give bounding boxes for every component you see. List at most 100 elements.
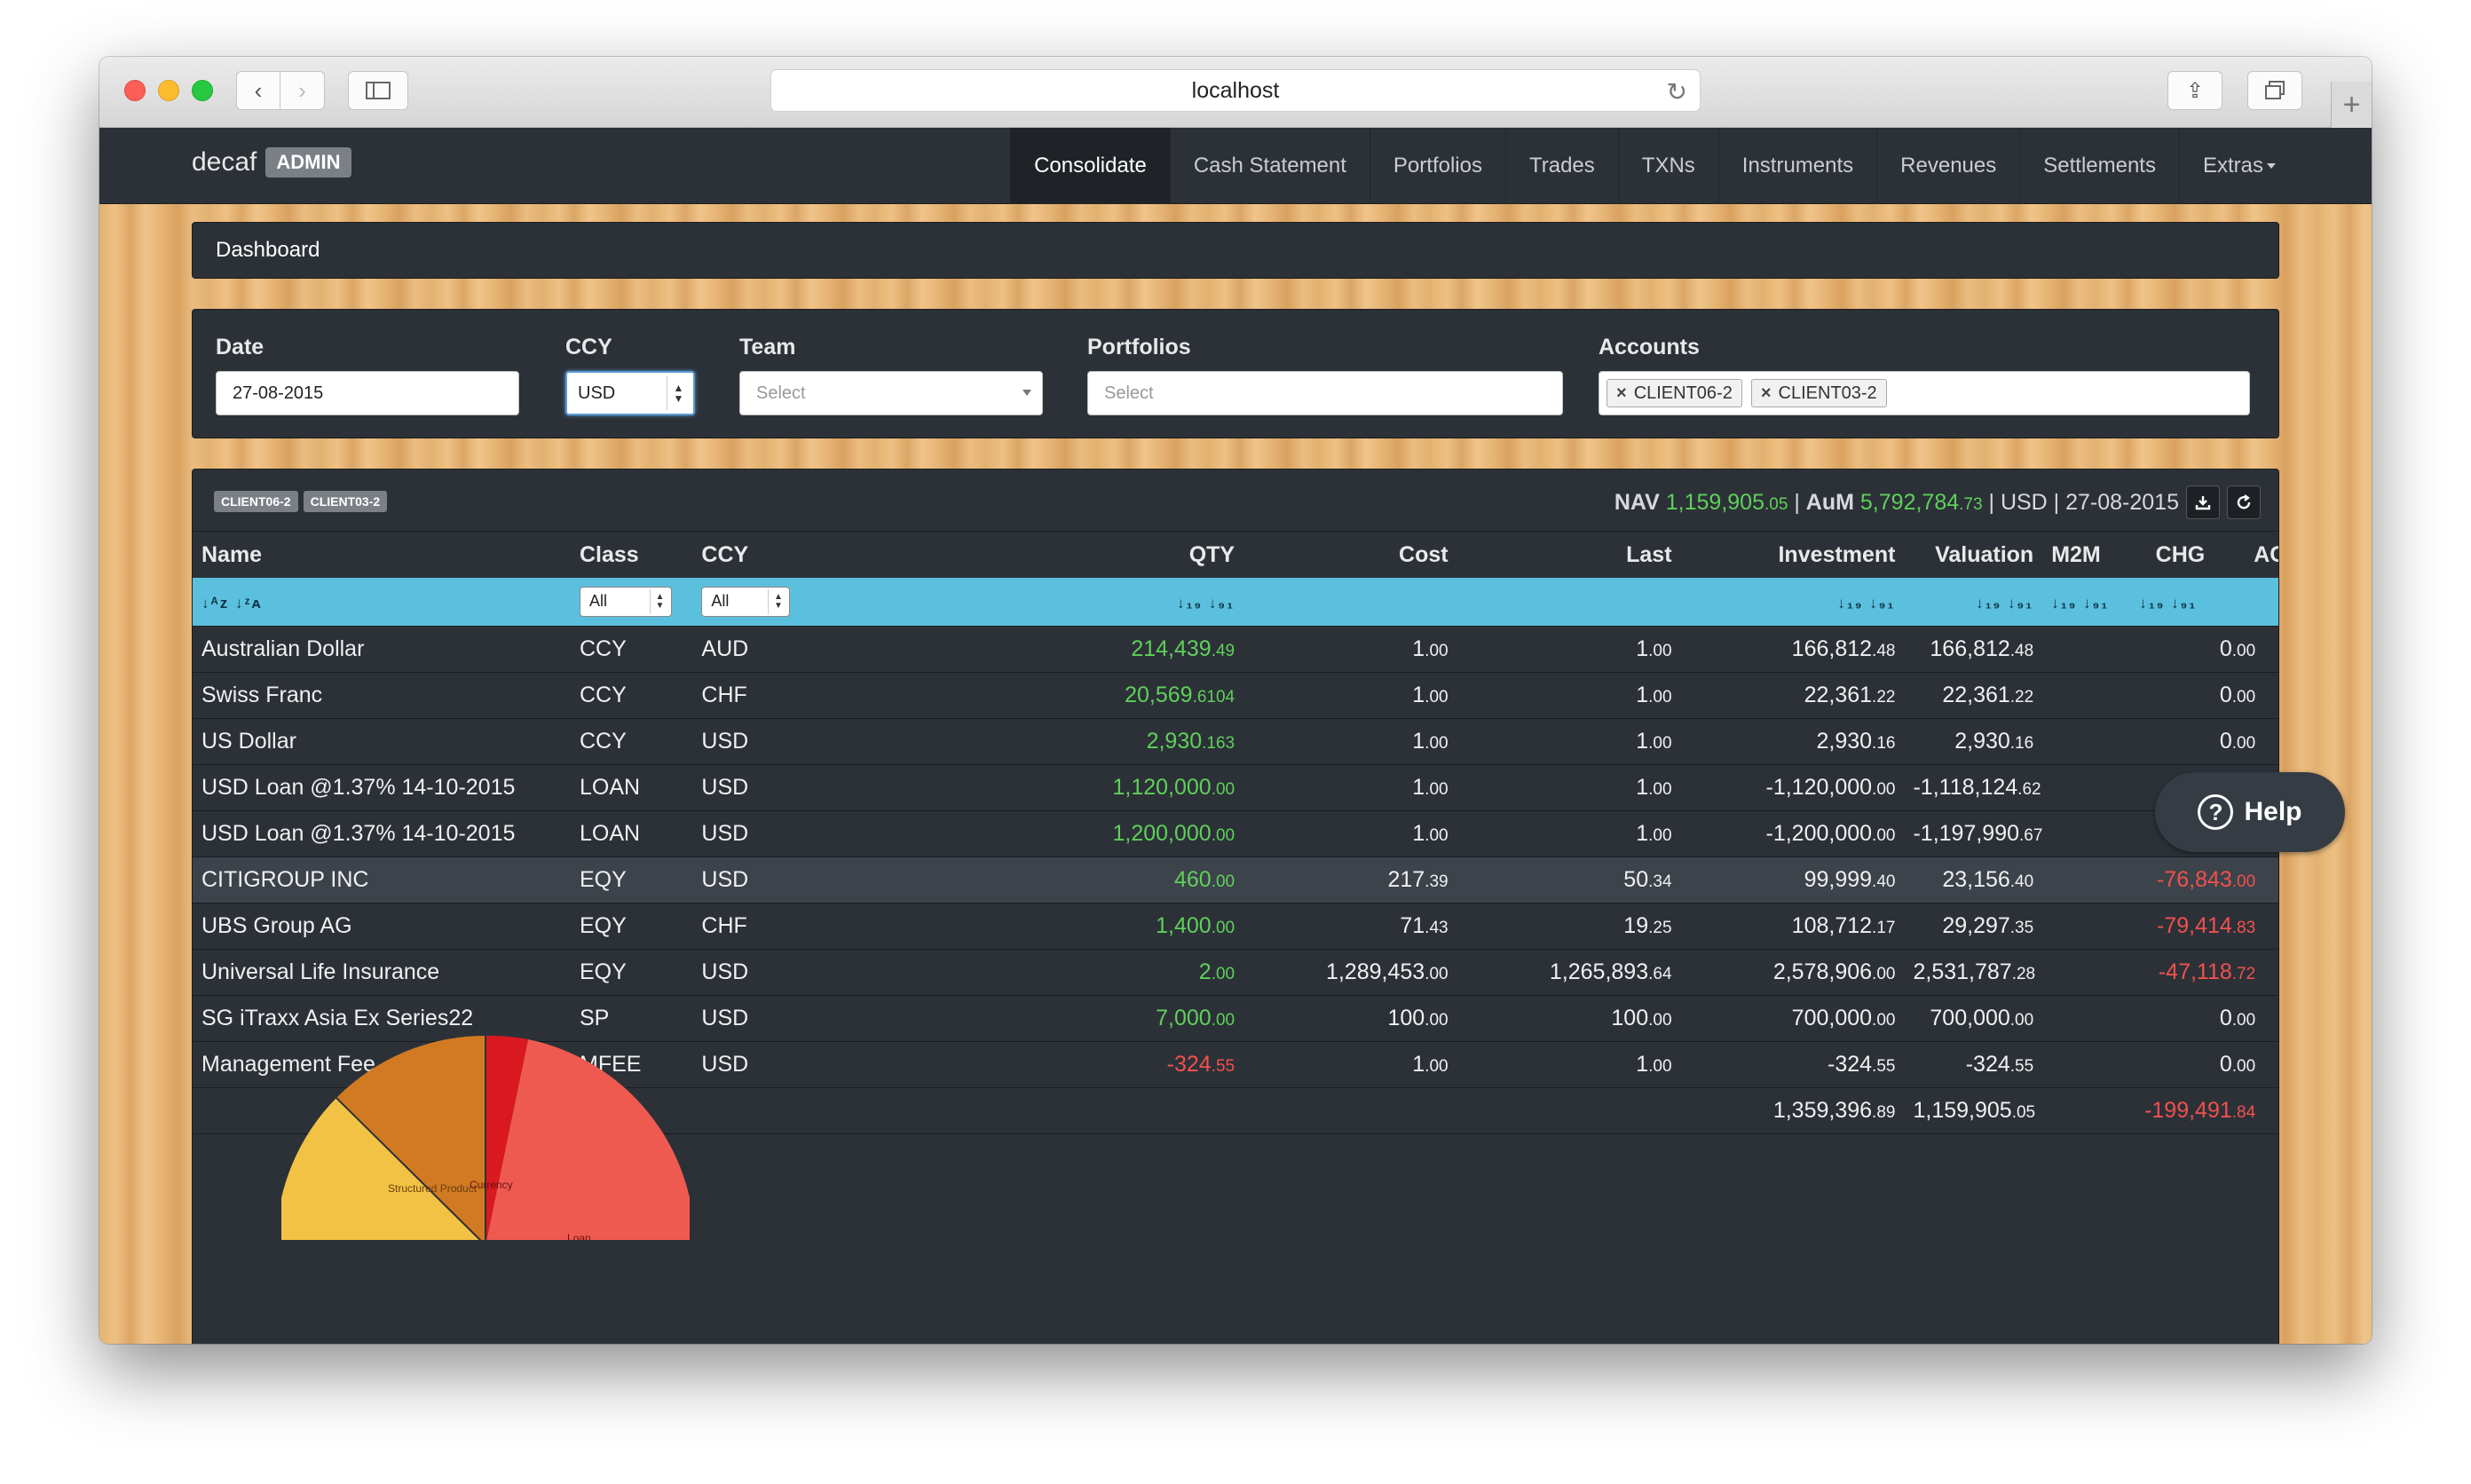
cell-investment: -1,120,000.00	[1680, 763, 1905, 810]
ccy-select[interactable]: USD ▲ ▼	[565, 371, 695, 415]
table-row[interactable]: CITIGROUP INC EQY USD 460.00 217.39 50.34 99,9…	[193, 856, 2278, 903]
sort-numeric-icon[interactable]: ↓₁₉ ↓₉₁	[1177, 595, 1235, 612]
cell-m2m-chg-accr: -47,118.72-1.830.00	[2042, 948, 2278, 995]
ccy-value: USD	[578, 383, 616, 403]
browser-window: ‹ › localhost ↻ ⇪ + decaf ADMIN Consolid…	[99, 57, 2372, 1344]
team-label: Team	[739, 335, 796, 359]
menu-trades[interactable]: Trades	[1504, 128, 1618, 204]
menu-instruments[interactable]: Instruments	[1717, 128, 1876, 204]
tabs-overview-button[interactable]	[2247, 71, 2302, 110]
pie-label-structured: Structured Product	[388, 1182, 478, 1195]
col-chg[interactable]: CHG	[2156, 542, 2206, 567]
sort-numeric-icon[interactable]: ↓₁₉ ↓₉₁	[2139, 595, 2197, 612]
total-m2m-chg-accr: -199,491.84-14.683,884.71	[2042, 1086, 2278, 1134]
refresh-button[interactable]	[2227, 485, 2261, 519]
menu-consolidate[interactable]: Consolidate	[1010, 128, 1170, 204]
cell-investment: -324.55	[1680, 1040, 1905, 1087]
valuation-sort-cell: ↓₁₉ ↓₉₁	[1904, 578, 2043, 626]
col-last[interactable]: Last	[1457, 532, 1681, 578]
help-label: Help	[2244, 797, 2302, 826]
portfolios-filter: Portfolios Select	[1087, 335, 1563, 415]
cell-name: Swiss Franc	[193, 671, 571, 718]
table-row[interactable]: Universal Life Insurance EQY USD 2.00 1,289,…	[193, 948, 2278, 995]
col-m2m[interactable]: M2M	[2051, 542, 2101, 567]
close-window-button[interactable]	[124, 80, 146, 101]
cell-cost: 100.00	[1243, 994, 1457, 1041]
forward-button[interactable]: ›	[280, 71, 325, 110]
menu-txns[interactable]: TXNs	[1617, 128, 1718, 204]
date-input[interactable]: 27-08-2015	[216, 371, 519, 415]
cell-m2m: -47,118.72	[2158, 959, 2256, 984]
cell-ccy: USD	[692, 763, 791, 810]
portfolios-placeholder: Select	[1104, 383, 1154, 403]
menu-revenues[interactable]: Revenues	[1876, 128, 2019, 204]
col-ccy[interactable]: CCY	[692, 532, 790, 578]
col-name[interactable]: Name	[193, 532, 571, 578]
aum-int: 5,792,784	[1859, 489, 1960, 515]
class-filter-cell: All ▲ ▼	[571, 578, 693, 626]
col-valuation[interactable]: Valuation	[1904, 532, 2042, 578]
address-bar[interactable]: localhost ↻	[770, 69, 1701, 112]
page-viewport: decaf ADMIN Consolidate Cash Statement P…	[99, 128, 2372, 1344]
table-row[interactable]: UBS Group AG EQY CHF 1,400.00 71.43 19.25 108,…	[193, 902, 2278, 949]
reload-icon[interactable]: ↻	[1667, 77, 1687, 107]
team-select[interactable]: Select	[739, 371, 1043, 415]
ccy-filter-select[interactable]: All ▲ ▼	[701, 586, 791, 617]
cell-ccy: USD	[692, 948, 791, 995]
cell-last: 100.00	[1457, 994, 1681, 1041]
help-button[interactable]: ? Help	[2155, 772, 2345, 852]
table-row[interactable]: USD Loan @1.37% 14-10-2015 LOAN USD 1,120,0…	[193, 763, 2278, 810]
back-button[interactable]: ‹	[236, 71, 280, 110]
cell-investment: 99,999.40	[1680, 856, 1905, 903]
total-investment: 1,359,396.89	[1680, 1086, 1905, 1134]
col-class[interactable]: Class	[571, 532, 692, 578]
accounts-input[interactable]: × CLIENT06-2 × CLIENT03-2	[1599, 371, 2250, 415]
table-row[interactable]: US Dollar CCY USD 2,930.163 1.00 1.00 2,930.16…	[193, 717, 2278, 764]
sort-alpha-icon[interactable]: ↓ᴬᴢ ↓ᶻᴀ	[201, 595, 263, 612]
nav-label: NAV	[1614, 489, 1660, 515]
pie-label-currency: Currency	[470, 1179, 513, 1191]
sort-numeric-icon[interactable]: ↓₁₉ ↓₉₁	[1976, 595, 2033, 612]
plus-icon: +	[2342, 87, 2361, 122]
col-qty[interactable]: QTY	[790, 532, 1243, 578]
share-button[interactable]: ⇪	[2167, 71, 2222, 110]
col-accr[interactable]: ACCR	[2254, 542, 2278, 567]
cell-last: 1.00	[1457, 671, 1681, 718]
sort-numeric-icon[interactable]: ↓₁₉ ↓₉₁	[1837, 595, 1895, 612]
portfolios-input[interactable]: Select	[1087, 371, 1563, 415]
col-cost[interactable]: Cost	[1243, 532, 1457, 578]
minimize-window-button[interactable]	[158, 80, 179, 101]
menu-extras[interactable]: Extras	[2178, 128, 2299, 204]
col-investment[interactable]: Investment	[1681, 532, 1905, 578]
remove-tag-icon[interactable]: ×	[1761, 383, 1772, 404]
qty-sort-cell: ↓₁₉ ↓₉₁	[790, 578, 1244, 626]
table-row[interactable]: SG iTraxx Asia Ex Series22 SP USD 7,000.00 1…	[193, 994, 2278, 1041]
account-tag-label: CLIENT06-2	[1633, 383, 1733, 403]
brand[interactable]: decaf ADMIN	[192, 147, 351, 178]
zoom-window-button[interactable]	[192, 80, 213, 101]
cell-chg: -76.84	[2255, 867, 2278, 893]
table-row[interactable]: Swiss Franc CCY CHF 20,569.6104 1.00 1.00 22,3…	[193, 671, 2278, 718]
remove-tag-icon[interactable]: ×	[1616, 383, 1627, 404]
new-tab-button[interactable]: +	[2331, 82, 2372, 128]
cell-class: LOAN	[571, 763, 693, 810]
menu-settlements[interactable]: Settlements	[2019, 128, 2179, 204]
filters-panel: Date 27-08-2015 CCY USD ▲ ▼ Team Select P…	[192, 309, 2279, 438]
cell-qty: 1,120,000.00	[790, 763, 1244, 810]
download-button[interactable]	[2186, 485, 2220, 519]
cell-last: 19.25	[1457, 902, 1681, 949]
download-icon	[2195, 496, 2211, 510]
menu-cash-statement[interactable]: Cash Statement	[1169, 128, 1370, 204]
sidebar-toggle-button[interactable]	[348, 71, 408, 110]
cell-investment: -1,200,000.00	[1680, 809, 1905, 856]
col-m2m-chg-accr: M2M CHG ACCR	[2042, 532, 2278, 578]
sort-numeric-icon[interactable]: ↓₁₉ ↓₉₁	[2051, 595, 2109, 612]
class-filter-select[interactable]: All ▲ ▼	[580, 586, 672, 617]
table-row[interactable]: USD Loan @1.37% 14-10-2015 LOAN USD 1,200,0…	[193, 809, 2278, 856]
table-row[interactable]: Australian Dollar CCY AUD 214,439.49 1.00 1.0…	[193, 625, 2278, 672]
accounts-filter: Accounts × CLIENT06-2 × CLIENT03-2	[1599, 335, 2250, 415]
cell-m2m: 0.00	[2219, 635, 2256, 661]
menu-portfolios[interactable]: Portfolios	[1369, 128, 1505, 204]
cell-investment: 166,812.48	[1680, 625, 1905, 672]
cell-valuation: 29,297.35	[1904, 902, 2043, 949]
